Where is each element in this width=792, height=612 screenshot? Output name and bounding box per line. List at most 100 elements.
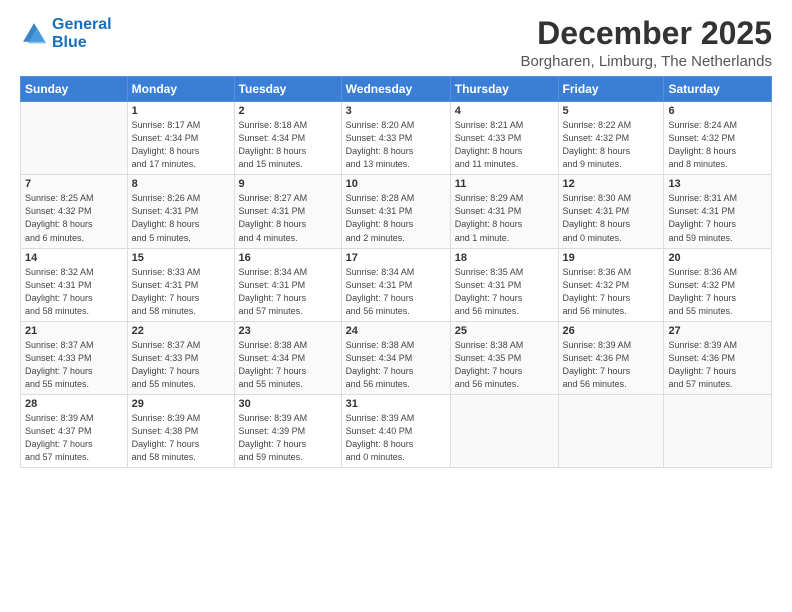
- calendar-cell: 22 Sunrise: 8:37 AMSunset: 4:33 PMDayligh…: [127, 321, 234, 394]
- weekday-header-sunday: Sunday: [21, 77, 128, 102]
- day-info: Sunrise: 8:36 AMSunset: 4:32 PMDaylight:…: [563, 266, 660, 318]
- day-info: Sunrise: 8:17 AMSunset: 4:34 PMDaylight:…: [132, 119, 230, 171]
- day-number: 6: [668, 105, 767, 117]
- calendar-table: SundayMondayTuesdayWednesdayThursdayFrid…: [20, 76, 772, 468]
- calendar-cell: 27 Sunrise: 8:39 AMSunset: 4:36 PMDayligh…: [664, 321, 772, 394]
- weekday-header-saturday: Saturday: [664, 77, 772, 102]
- weekday-header-row: SundayMondayTuesdayWednesdayThursdayFrid…: [21, 77, 772, 102]
- day-number: 2: [239, 105, 337, 117]
- day-number: 7: [25, 178, 123, 190]
- day-number: 20: [668, 252, 767, 264]
- calendar-cell: 26 Sunrise: 8:39 AMSunset: 4:36 PMDayligh…: [558, 321, 664, 394]
- day-number: 19: [563, 252, 660, 264]
- calendar-cell: 13Sunrise: 8:31 AMSunset: 4:31 PMDayligh…: [664, 175, 772, 248]
- calendar-cell: 30 Sunrise: 8:39 AMSunset: 4:39 PMDayligh…: [234, 394, 341, 467]
- day-number: 26: [563, 325, 660, 337]
- calendar-cell: 25 Sunrise: 8:38 AMSunset: 4:35 PMDayligh…: [450, 321, 558, 394]
- day-number: 27: [668, 325, 767, 337]
- day-number: 25: [455, 325, 554, 337]
- calendar-cell: [21, 102, 128, 175]
- day-info: Sunrise: 8:27 AMSunset: 4:31 PMDaylight:…: [239, 192, 337, 244]
- calendar-cell: 31 Sunrise: 8:39 AMSunset: 4:40 PMDayligh…: [341, 394, 450, 467]
- calendar-cell: 3 Sunrise: 8:20 AMSunset: 4:33 PMDaylight…: [341, 102, 450, 175]
- day-info: Sunrise: 8:34 AMSunset: 4:31 PMDaylight:…: [239, 266, 337, 318]
- day-info: Sunrise: 8:31 AMSunset: 4:31 PMDaylight:…: [668, 192, 767, 244]
- calendar-cell: 2 Sunrise: 8:18 AMSunset: 4:34 PMDaylight…: [234, 102, 341, 175]
- day-info: Sunrise: 8:25 AMSunset: 4:32 PMDaylight:…: [25, 192, 123, 244]
- weekday-header-friday: Friday: [558, 77, 664, 102]
- title-block: December 2025 Borgharen, Limburg, The Ne…: [520, 16, 772, 70]
- calendar-cell: 24Sunrise: 8:38 AMSunset: 4:34 PMDayligh…: [341, 321, 450, 394]
- calendar-cell: 11 Sunrise: 8:29 AMSunset: 4:31 PMDayligh…: [450, 175, 558, 248]
- day-info: Sunrise: 8:39 AMSunset: 4:36 PMDaylight:…: [563, 339, 660, 391]
- weekday-header-tuesday: Tuesday: [234, 77, 341, 102]
- calendar-cell: 18Sunrise: 8:35 AMSunset: 4:31 PMDayligh…: [450, 248, 558, 321]
- day-info: Sunrise: 8:28 AMSunset: 4:31 PMDaylight:…: [346, 192, 446, 244]
- day-number: 1: [132, 105, 230, 117]
- day-info: Sunrise: 8:39 AMSunset: 4:39 PMDaylight:…: [239, 412, 337, 464]
- day-info: Sunrise: 8:22 AMSunset: 4:32 PMDaylight:…: [563, 119, 660, 171]
- day-info: Sunrise: 8:33 AMSunset: 4:31 PMDaylight:…: [132, 266, 230, 318]
- day-number: 30: [239, 398, 337, 410]
- day-info: Sunrise: 8:37 AMSunset: 4:33 PMDaylight:…: [25, 339, 123, 391]
- day-number: 10: [346, 178, 446, 190]
- calendar-cell: 21 Sunrise: 8:37 AMSunset: 4:33 PMDayligh…: [21, 321, 128, 394]
- day-number: 14: [25, 252, 123, 264]
- day-number: 9: [239, 178, 337, 190]
- page: General Blue December 2025 Borgharen, Li…: [0, 0, 792, 612]
- day-info: Sunrise: 8:21 AMSunset: 4:33 PMDaylight:…: [455, 119, 554, 171]
- day-number: 17: [346, 252, 446, 264]
- day-number: 29: [132, 398, 230, 410]
- calendar-week-row-4: 21 Sunrise: 8:37 AMSunset: 4:33 PMDayligh…: [21, 321, 772, 394]
- calendar-cell: 8 Sunrise: 8:26 AMSunset: 4:31 PMDaylight…: [127, 175, 234, 248]
- day-number: 23: [239, 325, 337, 337]
- day-number: 31: [346, 398, 446, 410]
- calendar-cell: 17 Sunrise: 8:34 AMSunset: 4:31 PMDayligh…: [341, 248, 450, 321]
- calendar-cell: [664, 394, 772, 467]
- calendar-cell: 10 Sunrise: 8:28 AMSunset: 4:31 PMDayligh…: [341, 175, 450, 248]
- day-info: Sunrise: 8:37 AMSunset: 4:33 PMDaylight:…: [132, 339, 230, 391]
- calendar-cell: 4Sunrise: 8:21 AMSunset: 4:33 PMDaylight…: [450, 102, 558, 175]
- calendar-cell: 7 Sunrise: 8:25 AMSunset: 4:32 PMDaylight…: [21, 175, 128, 248]
- calendar-cell: 15 Sunrise: 8:33 AMSunset: 4:31 PMDayligh…: [127, 248, 234, 321]
- day-info: Sunrise: 8:18 AMSunset: 4:34 PMDaylight:…: [239, 119, 337, 171]
- calendar-cell: 16 Sunrise: 8:34 AMSunset: 4:31 PMDayligh…: [234, 248, 341, 321]
- calendar-cell: [450, 394, 558, 467]
- day-info: Sunrise: 8:36 AMSunset: 4:32 PMDaylight:…: [668, 266, 767, 318]
- day-info: Sunrise: 8:39 AMSunset: 4:37 PMDaylight:…: [25, 412, 123, 464]
- day-number: 15: [132, 252, 230, 264]
- calendar-cell: 19 Sunrise: 8:36 AMSunset: 4:32 PMDayligh…: [558, 248, 664, 321]
- calendar-cell: 1 Sunrise: 8:17 AMSunset: 4:34 PMDaylight…: [127, 102, 234, 175]
- day-info: Sunrise: 8:39 AMSunset: 4:36 PMDaylight:…: [668, 339, 767, 391]
- day-info: Sunrise: 8:34 AMSunset: 4:31 PMDaylight:…: [346, 266, 446, 318]
- day-info: Sunrise: 8:38 AMSunset: 4:35 PMDaylight:…: [455, 339, 554, 391]
- calendar-cell: 29Sunrise: 8:39 AMSunset: 4:38 PMDayligh…: [127, 394, 234, 467]
- calendar-cell: 12 Sunrise: 8:30 AMSunset: 4:31 PMDayligh…: [558, 175, 664, 248]
- calendar-cell: 20 Sunrise: 8:36 AMSunset: 4:32 PMDayligh…: [664, 248, 772, 321]
- calendar-cell: 28 Sunrise: 8:39 AMSunset: 4:37 PMDayligh…: [21, 394, 128, 467]
- day-number: 11: [455, 178, 554, 190]
- day-number: 28: [25, 398, 123, 410]
- day-number: 16: [239, 252, 337, 264]
- day-info: Sunrise: 8:30 AMSunset: 4:31 PMDaylight:…: [563, 192, 660, 244]
- day-number: 8: [132, 178, 230, 190]
- day-info: Sunrise: 8:38 AMSunset: 4:34 PMDaylight:…: [239, 339, 337, 391]
- day-info: Sunrise: 8:26 AMSunset: 4:31 PMDaylight:…: [132, 192, 230, 244]
- calendar-week-row-1: 1 Sunrise: 8:17 AMSunset: 4:34 PMDaylight…: [21, 102, 772, 175]
- day-info: Sunrise: 8:20 AMSunset: 4:33 PMDaylight:…: [346, 119, 446, 171]
- calendar-cell: 5 Sunrise: 8:22 AMSunset: 4:32 PMDaylight…: [558, 102, 664, 175]
- day-number: 12: [563, 178, 660, 190]
- calendar-cell: 14Sunrise: 8:32 AMSunset: 4:31 PMDayligh…: [21, 248, 128, 321]
- weekday-header-wednesday: Wednesday: [341, 77, 450, 102]
- day-info: Sunrise: 8:29 AMSunset: 4:31 PMDaylight:…: [455, 192, 554, 244]
- day-number: 18: [455, 252, 554, 264]
- logo-icon: [20, 20, 48, 48]
- day-info: Sunrise: 8:39 AMSunset: 4:40 PMDaylight:…: [346, 412, 446, 464]
- day-info: Sunrise: 8:24 AMSunset: 4:32 PMDaylight:…: [668, 119, 767, 171]
- day-number: 22: [132, 325, 230, 337]
- day-number: 21: [25, 325, 123, 337]
- day-number: 5: [563, 105, 660, 117]
- calendar-cell: 23 Sunrise: 8:38 AMSunset: 4:34 PMDayligh…: [234, 321, 341, 394]
- day-number: 3: [346, 105, 446, 117]
- logo-text: General Blue: [52, 16, 112, 51]
